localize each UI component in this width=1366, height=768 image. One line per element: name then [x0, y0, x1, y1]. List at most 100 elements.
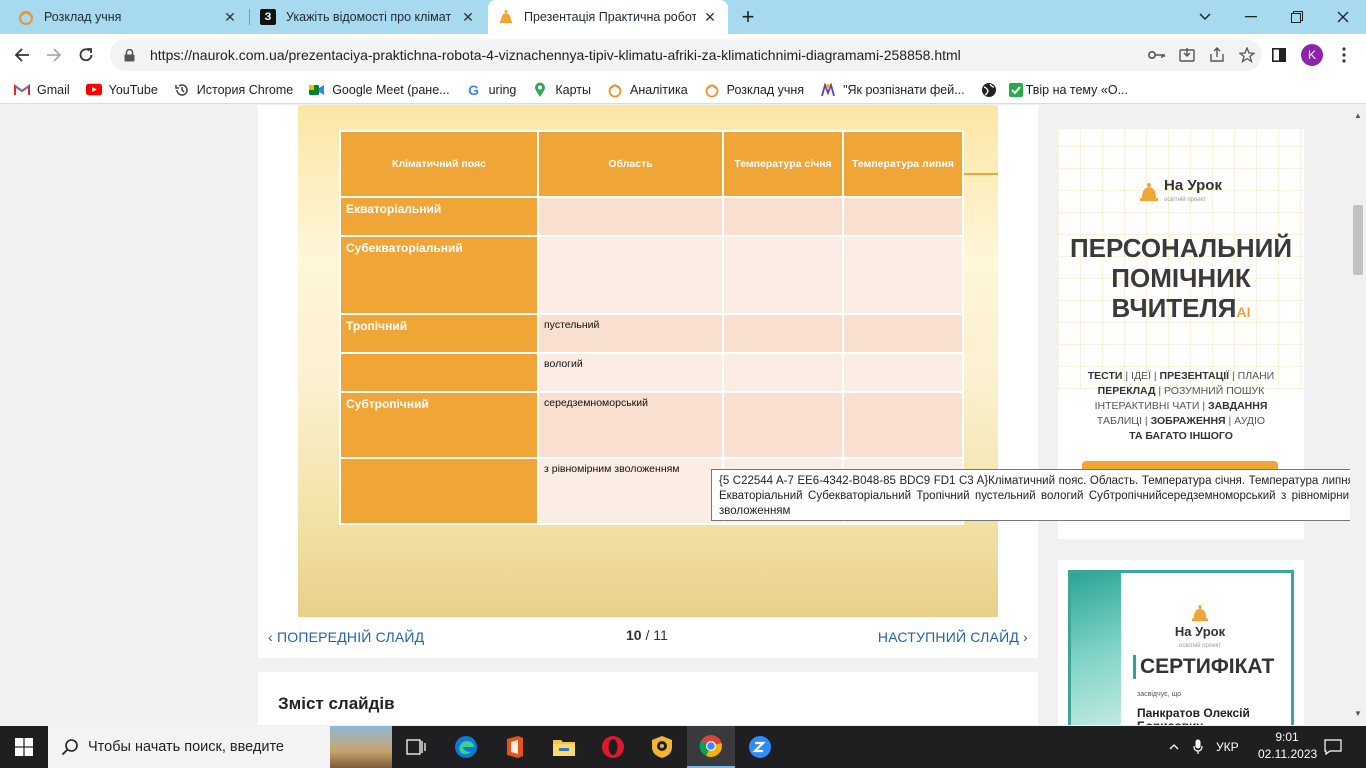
- taskbar-search[interactable]: Чтобы начать поиск, введите: [48, 726, 392, 768]
- bookmark-globe[interactable]: [981, 82, 1004, 98]
- microphone-icon[interactable]: [1190, 726, 1206, 768]
- forward-icon[interactable]: [41, 42, 67, 68]
- bookmarks-bar: Gmail YouTube История Chrome Google Meet…: [0, 76, 1366, 104]
- certificate-name: Панкратов Олексій Борисович: [1137, 706, 1250, 726]
- tab-title: Розклад учня: [44, 10, 122, 24]
- side-panel-icon[interactable]: [1266, 42, 1292, 68]
- lock-icon[interactable]: [122, 48, 136, 62]
- url-text[interactable]: https://naurok.com.ua/prezentaciya-prakt…: [150, 47, 1142, 63]
- bookmark-essay[interactable]: Твір на тему «О...: [1008, 82, 1128, 98]
- ad-banner-certificate[interactable]: На Урок освітній проект СЕРТИФІКАТ засві…: [1058, 560, 1304, 725]
- area-cell: пустельний: [537, 313, 724, 354]
- meet-icon: [309, 82, 325, 98]
- restore-icon[interactable]: [1274, 0, 1320, 34]
- tab-strip: Розклад учня ✕ З Укажіть відомості про к…: [0, 0, 1366, 34]
- tab-climate-question[interactable]: З Укажіть відомості про клімат Африки ✕: [250, 0, 486, 34]
- bookmark-label: Gmail: [37, 82, 70, 97]
- bookmark-label: YouTube: [108, 82, 158, 97]
- bookmark-gmail[interactable]: Gmail: [14, 82, 70, 98]
- jan-temp-cell: [722, 196, 844, 237]
- bookmark-schedule[interactable]: Розклад учня: [704, 82, 804, 98]
- chrome-icon[interactable]: [687, 726, 735, 768]
- opera-icon[interactable]: [589, 726, 637, 768]
- office-icon[interactable]: [491, 726, 539, 768]
- scrollbar-thumb[interactable]: [1353, 205, 1363, 275]
- reload-icon[interactable]: [73, 42, 99, 68]
- vpn-shield-icon[interactable]: [638, 726, 686, 768]
- ad-headline-line: ВЧИТЕЛЯ: [1111, 293, 1237, 323]
- ad-headline-line: ПЕРСОНАЛЬНИЙ: [1069, 233, 1293, 263]
- ad-feature-list: ТЕСТИ | ІДЕЇ | ПРЕЗЕНТАЦІЇ | ПЛАНИ ПЕРЕК…: [1087, 370, 1275, 442]
- cert-brand-sub: освітній проект: [1179, 643, 1221, 649]
- tab-title: Презентація Практична робота 4: [524, 10, 696, 24]
- bookmark-history[interactable]: История Chrome: [174, 82, 293, 98]
- header-jan-temp: Температура січня: [722, 130, 844, 198]
- cert-brand-name: На Урок: [1174, 624, 1226, 639]
- area-cell: вологий: [537, 352, 724, 393]
- ad-brand: На Урок освітній проект: [1164, 177, 1222, 207]
- table-tooltip: {5 C22544 A-7 EE6-4342-B048-85 BDC9 FD1 …: [711, 469, 1350, 521]
- search-placeholder: Чтобы начать поиск, введите: [88, 739, 284, 755]
- zone-cell: [339, 352, 539, 393]
- close-tab-icon[interactable]: ✕: [222, 9, 238, 25]
- bookmark-fake-news[interactable]: "Як розпізнати фей...: [820, 82, 965, 98]
- file-explorer-icon[interactable]: [540, 726, 588, 768]
- tab-schedule[interactable]: Розклад учня ✕: [8, 0, 248, 34]
- system-clock[interactable]: 9:01 02.11.2023: [1258, 729, 1318, 763]
- windows-taskbar: Чтобы начать поиск, введите УКР 9:01 02.…: [0, 726, 1366, 768]
- minimize-icon[interactable]: [1228, 0, 1274, 34]
- show-hidden-icons-icon[interactable]: [1165, 726, 1183, 768]
- task-view-icon[interactable]: [392, 726, 440, 768]
- bookmark-star-icon[interactable]: [1232, 42, 1262, 68]
- feature-item: ТЕСТИ: [1087, 370, 1123, 382]
- menu-kebab-icon[interactable]: [1331, 42, 1357, 68]
- next-slide-link[interactable]: НАСТУПНИЙ СЛАЙД ›: [878, 629, 1028, 645]
- address-bar[interactable]: https://naurok.com.ua/prezentaciya-prakt…: [110, 39, 1262, 71]
- header-jul-temp: Температура липня: [842, 130, 964, 198]
- profile-avatar[interactable]: K: [1301, 44, 1323, 66]
- share-icon[interactable]: [1202, 42, 1232, 68]
- tab-search-chevron-icon[interactable]: [1182, 0, 1228, 34]
- scroll-down-icon[interactable]: ▼: [1354, 709, 1362, 718]
- bookmark-youtube[interactable]: YouTube: [85, 82, 158, 98]
- scroll-up-icon[interactable]: ▲: [1354, 111, 1362, 120]
- bookmark-label: uring: [488, 82, 517, 97]
- close-tab-icon[interactable]: ✕: [460, 9, 476, 25]
- notifications-icon[interactable]: [1322, 726, 1344, 768]
- edge-icon[interactable]: [442, 726, 490, 768]
- bookmark-maps[interactable]: Карты: [532, 82, 591, 98]
- input-language[interactable]: УКР: [1216, 726, 1239, 768]
- table-header-row: Кліматичний пояс Область Температура січ…: [339, 130, 964, 198]
- clock-date: 02.11.2023: [1258, 747, 1318, 761]
- password-key-icon[interactable]: [1142, 42, 1172, 68]
- bookmark-meet[interactable]: Google Meet (ране...: [309, 82, 450, 98]
- close-window-icon[interactable]: [1320, 0, 1366, 34]
- page-scrollbar[interactable]: ▲ ▼: [1350, 105, 1366, 725]
- jan-temp-cell: [722, 352, 844, 393]
- windows-start-icon[interactable]: [0, 726, 48, 768]
- tab-presentation[interactable]: Презентація Практична робота 4 ✕: [488, 0, 728, 34]
- bookmark-label: Карты: [555, 82, 591, 97]
- zoom-icon[interactable]: [736, 726, 784, 768]
- bookmark-label: Твір на тему «О...: [1025, 82, 1128, 97]
- table-row: Тропічний пустельний: [339, 313, 964, 354]
- slide-counter: 10 / 11: [626, 627, 668, 643]
- install-app-icon[interactable]: [1172, 42, 1202, 68]
- chevron-right-icon: ›: [1023, 629, 1028, 645]
- close-tab-icon[interactable]: ✕: [702, 9, 718, 25]
- previous-slide-link[interactable]: ‹ ПОПЕРЕДНІЙ СЛАЙД: [268, 629, 424, 645]
- jan-temp-cell: [722, 313, 844, 354]
- bookmark-label: Google Meet (ране...: [332, 82, 450, 97]
- section-heading: Зміст слайдів: [278, 694, 395, 713]
- bookmark-google-search[interactable]: G uring: [466, 82, 517, 98]
- new-tab-button[interactable]: +: [736, 4, 760, 29]
- bookmark-analytics[interactable]: Аналітика: [607, 82, 688, 98]
- back-icon[interactable]: [9, 42, 35, 68]
- jul-temp-cell: [842, 235, 964, 315]
- slides-content-card: Зміст слайдів: [258, 672, 1038, 725]
- ad-brand: На Урок освітній проект: [1175, 625, 1225, 653]
- ad-headline-line: ПОМІЧНИК: [1111, 263, 1251, 293]
- naurok-favicon-icon: [18, 9, 34, 25]
- cert-brand-row: На Урок освітній проект: [1105, 625, 1295, 653]
- ad-brand-name: На Урок: [1164, 177, 1222, 194]
